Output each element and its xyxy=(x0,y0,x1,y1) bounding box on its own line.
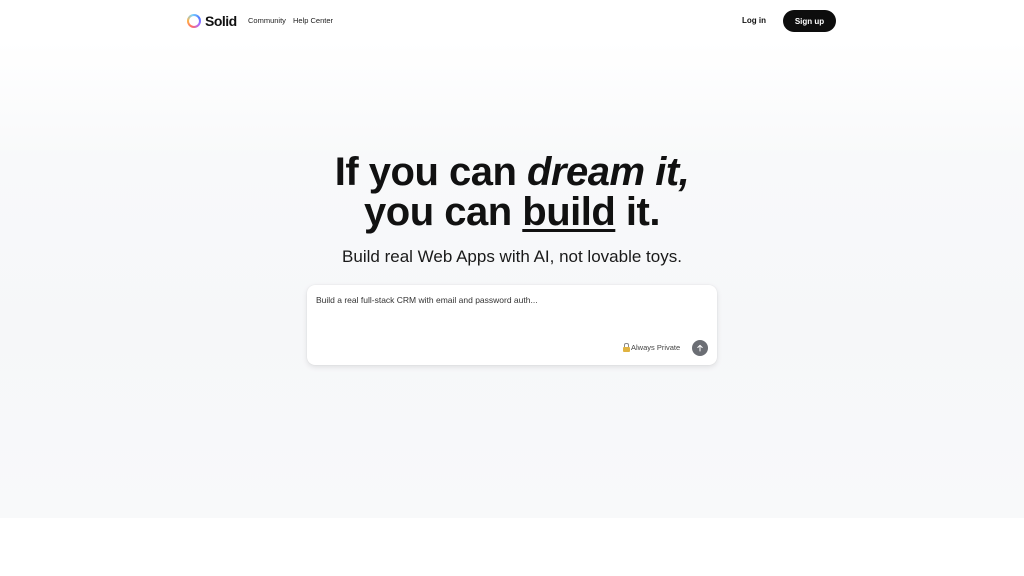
send-button[interactable] xyxy=(692,340,708,356)
brand-logo[interactable]: Solid xyxy=(187,12,237,30)
footer-band xyxy=(0,518,1024,576)
hero-subheading: Build real Web Apps with AI, not lovable… xyxy=(342,247,682,266)
nav-link-community[interactable]: Community xyxy=(248,16,286,25)
login-link[interactable]: Log in xyxy=(742,16,766,25)
signup-button[interactable]: Sign up xyxy=(783,10,836,32)
headline-emphasis: dream it, xyxy=(527,150,690,194)
headline-line-2: you can build it. xyxy=(0,192,1024,232)
privacy-indicator: Always Private xyxy=(623,343,680,352)
prompt-input[interactable]: Build a real full-stack CRM with email a… xyxy=(316,295,538,305)
headline-line-2-text: you can xyxy=(364,190,523,234)
hero-headline: If you can dream it, you can build it. xyxy=(0,152,1024,232)
privacy-label: Always Private xyxy=(631,343,681,352)
hero-background xyxy=(0,40,1024,518)
arrow-up-icon xyxy=(697,344,703,352)
lock-icon xyxy=(623,343,630,352)
nav-link-help-center[interactable]: Help Center xyxy=(293,16,333,25)
headline-line-1: If you can dream it, xyxy=(0,152,1024,192)
headline-line-1-text: If you can xyxy=(334,150,528,194)
logo-ring-icon xyxy=(187,14,201,28)
prompt-card: Build a real full-stack CRM with email a… xyxy=(307,285,717,365)
headline-underlined-word: build xyxy=(522,190,616,234)
brand-name: Solid xyxy=(205,13,237,29)
headline-line-2-suffix: it. xyxy=(615,190,661,234)
top-nav: Solid Community Help Center Log in Sign … xyxy=(0,0,1024,42)
page: Solid Community Help Center Log in Sign … xyxy=(0,0,1024,576)
